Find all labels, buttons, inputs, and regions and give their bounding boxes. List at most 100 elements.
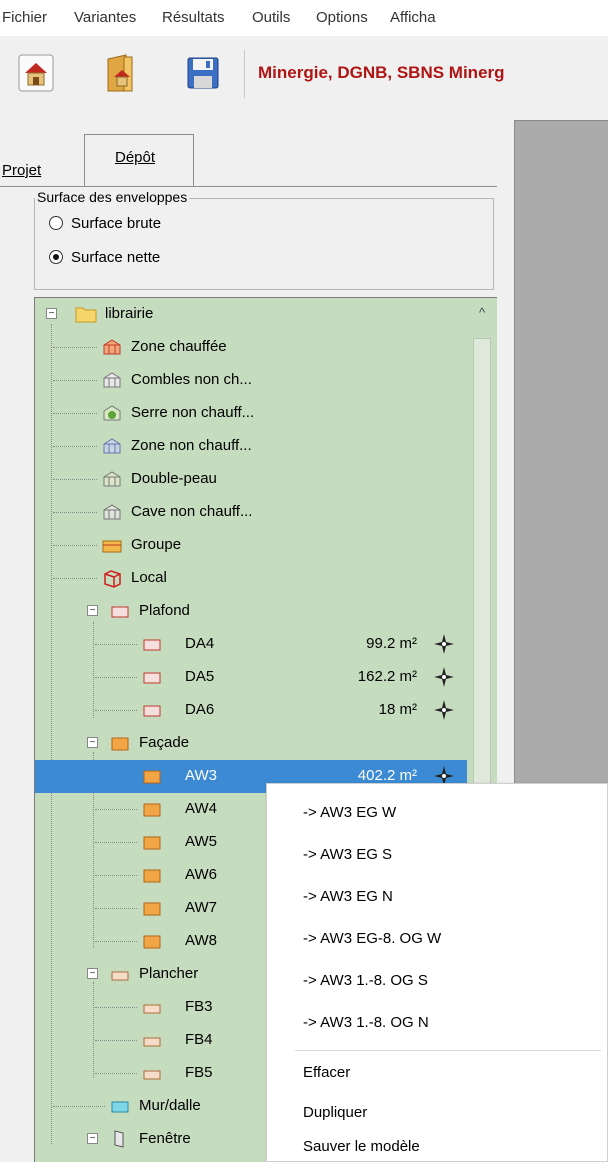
tree-connector [53, 479, 97, 480]
compass-icon [433, 699, 455, 721]
compass-icon [433, 666, 455, 688]
tab-depot[interactable]: Dépôt [84, 134, 194, 186]
tree-connector [53, 380, 97, 381]
context-item-sauver-modele[interactable]: Sauver le modèle [303, 1138, 420, 1155]
collapse-icon[interactable]: − [87, 737, 98, 748]
tree-connector [95, 1073, 137, 1074]
tree-item-label: FB3 [185, 998, 213, 1015]
collapse-icon[interactable]: − [87, 1133, 98, 1144]
menu-variantes[interactable]: Variantes [74, 9, 136, 26]
heated-zone-icon [101, 337, 123, 357]
context-item-dupliquer[interactable]: Dupliquer [303, 1104, 367, 1121]
open-folder-icon[interactable] [98, 51, 142, 95]
tree-item-plafond[interactable]: − Plafond [35, 595, 469, 628]
tree-connector [53, 578, 97, 579]
tree-connector [95, 842, 137, 843]
tree-item-label: DA6 [185, 701, 215, 718]
context-item-aw3-1-8og-n[interactable]: -> AW3 1.-8. OG N [303, 1014, 429, 1031]
facade-element-icon [141, 799, 163, 819]
ceiling-element-icon [141, 700, 163, 720]
tab-strip: Projet Dépôt [0, 116, 497, 186]
tree-item-label: AW3 [185, 767, 217, 784]
menu-affichage[interactable]: Afficha [390, 9, 436, 26]
tree-connector [95, 1040, 137, 1041]
tree-connector [53, 446, 97, 447]
attic-icon [101, 370, 123, 390]
tree-item-label: AW6 [185, 866, 217, 883]
tree-item-label: Mur/dalle [139, 1097, 201, 1114]
menu-resultats[interactable]: Résultats [162, 9, 225, 26]
tree-item-zone-chauffee[interactable]: Zone chauffée [35, 331, 469, 364]
tree-connector [95, 941, 137, 942]
context-item-aw3-eg-n[interactable]: -> AW3 EG N [303, 888, 393, 905]
floor-element-icon [141, 1063, 163, 1083]
toolbar: Minergie, DGNB, SBNS Minerg [0, 36, 608, 116]
tree-item-da6[interactable]: DA6 18 m² [35, 694, 469, 727]
tab-projet[interactable]: Projet [2, 162, 41, 179]
context-separator [295, 1050, 601, 1051]
tree-item-area: 99.2 m² [366, 635, 417, 652]
tree-item-area: 402.2 m² [357, 767, 417, 784]
context-item-aw3-eg-s[interactable]: -> AW3 EG S [303, 846, 392, 863]
radio-surface-nette-label: Surface nette [71, 249, 161, 266]
tree-item-label: Local [131, 569, 167, 586]
unheated-zone-icon [101, 436, 123, 456]
context-item-aw3-eg-8og-w[interactable]: -> AW3 EG-8. OG W [303, 930, 441, 947]
collapse-icon[interactable]: − [87, 968, 98, 979]
scroll-up-arrow-icon[interactable]: ^ [467, 298, 497, 328]
tree-item-label: FB4 [185, 1031, 213, 1048]
folder-icon [75, 304, 97, 324]
tree-item-da5[interactable]: DA5 162.2 m² [35, 661, 469, 694]
context-item-aw3-1-8og-s[interactable]: -> AW3 1.-8. OG S [303, 972, 428, 989]
facade-icon [109, 733, 131, 753]
tree-item-label: Plancher [139, 965, 199, 982]
tree-root-label: librairie [105, 305, 154, 322]
house-icon[interactable] [14, 51, 58, 95]
menu-options[interactable]: Options [316, 9, 368, 26]
tree-root-librairie[interactable]: − librairie [35, 298, 469, 331]
project-title: Minergie, DGNB, SBNS Minerg [258, 63, 505, 82]
radio-button-icon [49, 216, 63, 230]
floor-element-icon [141, 997, 163, 1017]
tree-item-label: AW5 [185, 833, 217, 850]
radio-surface-brute-label: Surface brute [71, 215, 162, 232]
tree-item-groupe[interactable]: Groupe [35, 529, 469, 562]
envelope-group-legend: Surface des enveloppes [35, 189, 190, 205]
tree-item-zone-non-chauffee[interactable]: Zone non chauff... [35, 430, 469, 463]
tree-item-label: FB5 [185, 1064, 213, 1081]
tree-item-local[interactable]: Local [35, 562, 469, 595]
collapse-icon[interactable]: − [46, 308, 57, 319]
save-icon[interactable] [180, 51, 224, 95]
tree-item-serre[interactable]: Serre non chauff... [35, 397, 469, 430]
collapse-icon[interactable]: − [87, 605, 98, 616]
context-menu: -> AW3 EG W -> AW3 EG S -> AW3 EG N -> A… [266, 783, 608, 1162]
tree-item-label: Façade [139, 734, 190, 751]
ceiling-icon [109, 601, 131, 621]
radio-surface-nette[interactable]: Surface nette [49, 249, 160, 266]
tree-item-facade[interactable]: − Façade [35, 727, 469, 760]
radio-surface-brute[interactable]: Surface brute [49, 215, 161, 232]
ceiling-element-icon [141, 634, 163, 654]
tree-item-label: Combles non ch... [131, 371, 252, 388]
tree-connector [53, 1106, 105, 1107]
tab-depot-label: Dépôt [115, 149, 156, 166]
tree-item-da4[interactable]: DA4 99.2 m² [35, 628, 469, 661]
compass-icon [433, 633, 455, 655]
tree-item-double-peau[interactable]: Double-peau [35, 463, 469, 496]
facade-element-icon [141, 931, 163, 951]
tree-connector [95, 908, 137, 909]
context-item-aw3-eg-w[interactable]: -> AW3 EG W [303, 804, 396, 821]
tree-item-label: Cave non chauff... [131, 503, 253, 520]
tree-item-label: AW8 [185, 932, 217, 949]
context-item-effacer[interactable]: Effacer [303, 1064, 350, 1081]
facade-element-icon [141, 766, 163, 786]
tree-connector [95, 1007, 137, 1008]
tree-item-label: Zone non chauff... [131, 437, 252, 454]
tree-connector [95, 809, 137, 810]
tree-item-cave[interactable]: Cave non chauff... [35, 496, 469, 529]
tree-item-label: Fenêtre [139, 1130, 191, 1147]
floor-icon [109, 964, 131, 984]
menu-fichier[interactable]: Fichier [2, 9, 47, 26]
tree-item-combles[interactable]: Combles non ch... [35, 364, 469, 397]
menu-outils[interactable]: Outils [252, 9, 290, 26]
